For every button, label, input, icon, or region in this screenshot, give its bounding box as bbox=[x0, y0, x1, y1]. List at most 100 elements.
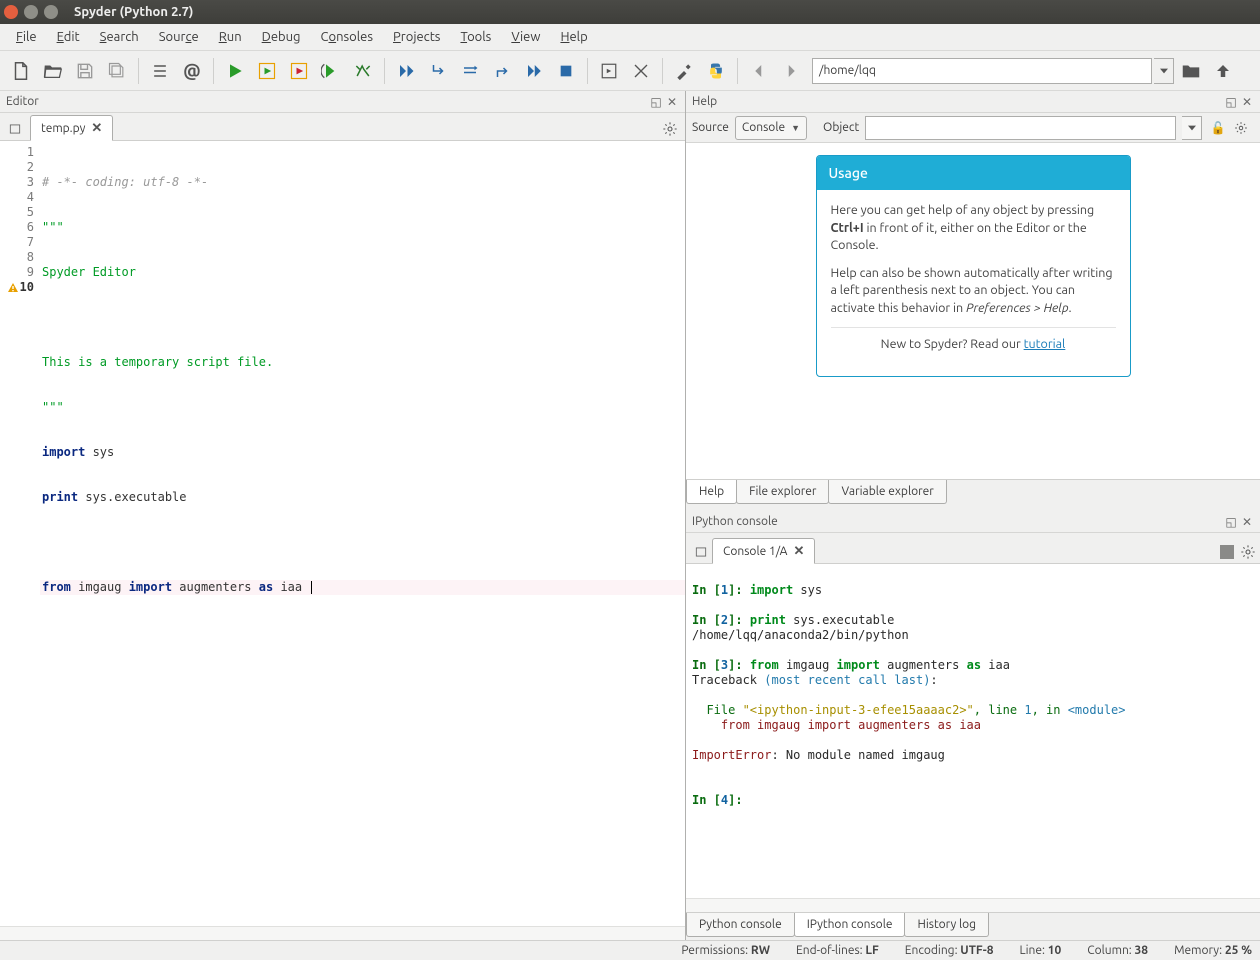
help-pane-title: Help bbox=[692, 95, 717, 108]
new-file-icon[interactable] bbox=[6, 56, 36, 86]
at-icon[interactable]: @ bbox=[177, 56, 207, 86]
run-cell-icon[interactable] bbox=[252, 56, 282, 86]
window-minimize-button[interactable] bbox=[24, 5, 38, 19]
help-body: Usage Here you can get help of any objec… bbox=[686, 143, 1260, 479]
tab-history-log[interactable]: History log bbox=[904, 913, 989, 937]
console-options-icon[interactable] bbox=[1240, 544, 1256, 560]
help-source-row: Source Console▼ Object 🔓 bbox=[686, 113, 1260, 143]
ipython-console-pane: IPython console ◱ ✕ Console 1/A ✕ In [1]… bbox=[686, 511, 1260, 940]
working-dir-dropdown[interactable] bbox=[1154, 58, 1174, 84]
tab-help[interactable]: Help bbox=[686, 480, 737, 504]
status-bar: Permissions: RW End-of-lines: LF Encodin… bbox=[0, 940, 1260, 960]
console-close-tab-icon[interactable]: ✕ bbox=[793, 544, 804, 559]
help-para2: Help can also be shown automatically aft… bbox=[831, 265, 1116, 318]
menu-file[interactable]: File bbox=[8, 28, 45, 46]
editor-pane-title: Editor bbox=[6, 95, 39, 108]
status-column: Column: 38 bbox=[1087, 944, 1148, 957]
window-maximize-button[interactable] bbox=[44, 5, 58, 19]
maximize-pane-icon[interactable] bbox=[594, 56, 624, 86]
console-tab-1a[interactable]: Console 1/A ✕ bbox=[712, 538, 815, 564]
console-pane-title: IPython console bbox=[692, 515, 778, 528]
editor-tab-label: temp.py bbox=[41, 122, 85, 135]
run-selection-icon[interactable] bbox=[316, 56, 346, 86]
console-bottom-tabs: Python console IPython console History l… bbox=[686, 912, 1260, 940]
save-all-icon[interactable] bbox=[102, 56, 132, 86]
editor-options-icon[interactable] bbox=[659, 118, 681, 140]
editor-tabbar: temp.py ✕ bbox=[0, 113, 685, 141]
outline-icon[interactable] bbox=[145, 56, 175, 86]
main-toolbar: @ /home/lqq bbox=[0, 51, 1260, 91]
console-output[interactable]: In [1]: import sys In [2]: print sys.exe… bbox=[686, 564, 1260, 898]
menu-source[interactable]: Source bbox=[151, 28, 207, 46]
debug-stepout-icon[interactable] bbox=[487, 56, 517, 86]
open-file-icon[interactable] bbox=[38, 56, 68, 86]
editor-tab-temp[interactable]: temp.py ✕ bbox=[30, 115, 113, 141]
parent-dir-icon[interactable] bbox=[1208, 56, 1238, 86]
editor-pane-header: Editor ◱ ✕ bbox=[0, 91, 685, 113]
menu-run[interactable]: Run bbox=[211, 28, 250, 46]
help-source-combo[interactable]: Console▼ bbox=[735, 116, 807, 140]
code-editor[interactable]: 12345 6789 10 # -*- coding: utf-8 -*- ""… bbox=[0, 141, 685, 926]
save-icon[interactable] bbox=[70, 56, 100, 86]
debug-stop-icon[interactable] bbox=[551, 56, 581, 86]
menu-help[interactable]: Help bbox=[552, 28, 595, 46]
menu-edit[interactable]: Edit bbox=[49, 28, 88, 46]
debug-stepover-icon[interactable] bbox=[455, 56, 485, 86]
menu-consoles[interactable]: Consoles bbox=[313, 28, 381, 46]
help-para1: Here you can get help of any object by p… bbox=[831, 202, 1116, 255]
help-close-pane-icon[interactable]: ✕ bbox=[1240, 95, 1254, 109]
status-encoding: Encoding: UTF-8 bbox=[905, 944, 994, 957]
tab-file-explorer[interactable]: File explorer bbox=[736, 480, 829, 504]
fullscreen-icon[interactable] bbox=[626, 56, 656, 86]
code-body[interactable]: # -*- coding: utf-8 -*- """ Spyder Edito… bbox=[38, 141, 685, 926]
console-hscrollbar[interactable] bbox=[686, 898, 1260, 912]
browse-dir-icon[interactable] bbox=[1176, 56, 1206, 86]
help-usage-card: Usage Here you can get help of any objec… bbox=[816, 155, 1131, 377]
help-object-label: Object bbox=[823, 121, 859, 134]
menu-debug[interactable]: Debug bbox=[254, 28, 309, 46]
debug-icon[interactable] bbox=[348, 56, 378, 86]
console-stop-icon[interactable] bbox=[1220, 545, 1234, 559]
status-eol: End-of-lines: LF bbox=[796, 944, 879, 957]
help-tutorial-line: New to Spyder? Read our tutorial bbox=[831, 336, 1116, 354]
menu-projects[interactable]: Projects bbox=[385, 28, 448, 46]
preferences-icon[interactable] bbox=[669, 56, 699, 86]
tab-ipython-console[interactable]: IPython console bbox=[794, 913, 906, 937]
help-object-dropdown[interactable] bbox=[1182, 116, 1202, 140]
tab-variable-explorer[interactable]: Variable explorer bbox=[828, 480, 946, 504]
nav-back-icon[interactable] bbox=[744, 56, 774, 86]
python-path-icon[interactable] bbox=[701, 56, 731, 86]
working-dir-input[interactable]: /home/lqq bbox=[812, 58, 1152, 84]
editor-close-pane-icon[interactable]: ✕ bbox=[665, 95, 679, 109]
editor-float-icon[interactable]: ◱ bbox=[649, 95, 663, 109]
tab-python-console[interactable]: Python console bbox=[686, 913, 795, 937]
window-title: Spyder (Python 2.7) bbox=[74, 5, 193, 19]
menu-search[interactable]: Search bbox=[92, 28, 147, 46]
close-tab-icon[interactable]: ✕ bbox=[91, 121, 102, 136]
console-browse-tabs-icon[interactable] bbox=[690, 541, 712, 563]
run-cell-advance-icon[interactable] bbox=[284, 56, 314, 86]
help-lock-icon[interactable]: 🔓 bbox=[1208, 121, 1228, 135]
console-close-pane-icon[interactable]: ✕ bbox=[1240, 515, 1254, 529]
menu-tools[interactable]: Tools bbox=[452, 28, 499, 46]
help-object-input[interactable] bbox=[865, 116, 1176, 140]
menu-view[interactable]: View bbox=[503, 28, 548, 46]
console-pane-header: IPython console ◱ ✕ bbox=[686, 511, 1260, 533]
debug-continue-icon[interactable] bbox=[519, 56, 549, 86]
status-line: Line: 10 bbox=[1019, 944, 1061, 957]
browse-tabs-icon[interactable] bbox=[4, 118, 26, 140]
help-pane: Help ◱ ✕ Source Console▼ Object 🔓 Usage bbox=[686, 91, 1260, 507]
run-icon[interactable] bbox=[220, 56, 250, 86]
status-memory: Memory: 25 % bbox=[1174, 944, 1252, 957]
help-options-icon[interactable] bbox=[1234, 121, 1254, 135]
tutorial-link[interactable]: tutorial bbox=[1024, 337, 1066, 351]
console-float-icon[interactable]: ◱ bbox=[1224, 515, 1238, 529]
editor-hscrollbar[interactable] bbox=[0, 926, 685, 940]
debug-stepinto-icon[interactable] bbox=[423, 56, 453, 86]
help-card-title: Usage bbox=[817, 156, 1130, 190]
window-close-button[interactable] bbox=[4, 5, 18, 19]
help-source-label: Source bbox=[692, 121, 729, 134]
debug-step-icon[interactable] bbox=[391, 56, 421, 86]
help-float-icon[interactable]: ◱ bbox=[1224, 95, 1238, 109]
nav-fwd-icon[interactable] bbox=[776, 56, 806, 86]
